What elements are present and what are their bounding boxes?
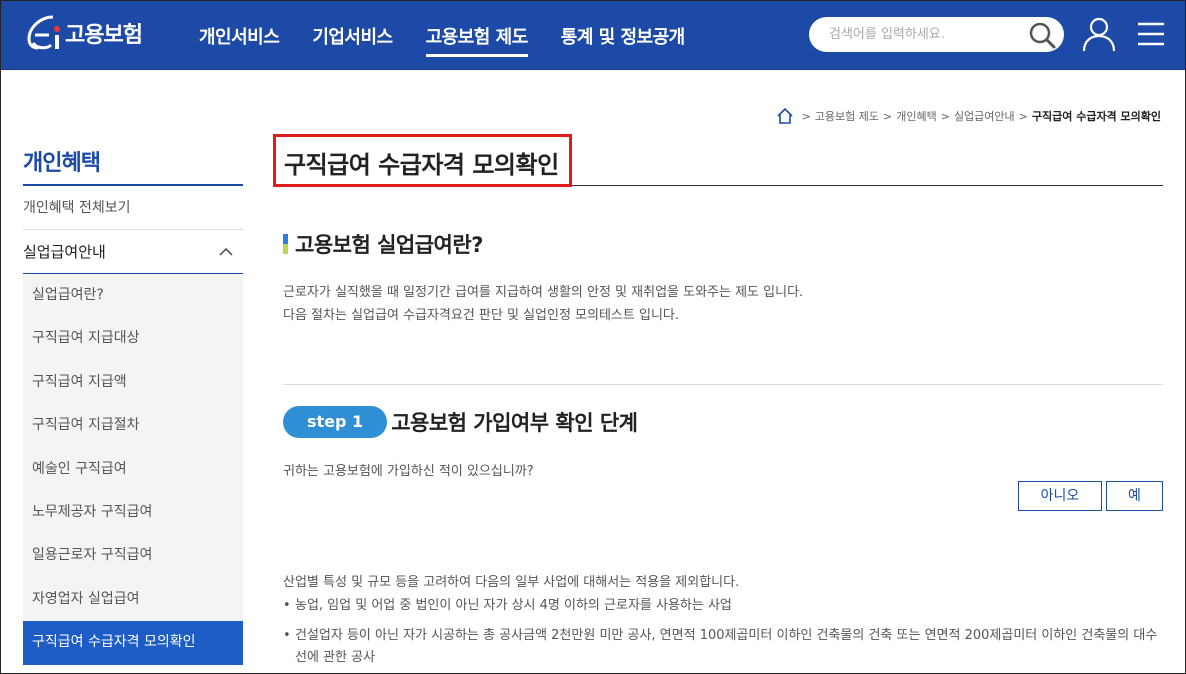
page-frame: 고용보험 개인서비스 기업서비스 고용보험 제도 통계 및 정보공개 검색어를 … xyxy=(0,0,1186,674)
side-nav-group-unemployment[interactable]: 실업급여안내 xyxy=(23,230,243,274)
hamburger-menu-icon[interactable] xyxy=(1137,21,1165,47)
breadcrumb-item[interactable]: 실업급여안내 xyxy=(954,108,1015,124)
answer-buttons: 아니오 예 xyxy=(1018,481,1163,511)
description-line: 다음 절차는 실업급여 수급자격요건 판단 및 실업인정 모의테스트 입니다. xyxy=(283,308,679,323)
breadcrumb-current: 구직급여 수급자격 모의확인 xyxy=(1031,110,1161,123)
side-nav-item-artist[interactable]: 예술인 구직급여 xyxy=(23,448,243,491)
breadcrumb-separator: > xyxy=(801,109,811,123)
yes-button[interactable]: 예 xyxy=(1106,481,1163,511)
section-heading: 고용보험 실업급여란? xyxy=(283,229,1163,259)
side-nav-item-daily-worker[interactable]: 일용근로자 구직급여 xyxy=(23,534,243,577)
page-title: 구직급여 수급자격 모의확인 xyxy=(273,134,572,187)
side-nav-item-labor-provider[interactable]: 노무제공자 구직급여 xyxy=(23,491,243,534)
breadcrumb-separator: > xyxy=(940,109,950,123)
description-line: 근로자가 실직했을 때 일정기간 급여를 지급하여 생활의 안정 및 재취업을 … xyxy=(283,285,804,300)
step-badge: step 1 xyxy=(283,406,388,438)
no-button[interactable]: 아니오 xyxy=(1018,481,1102,511)
heading-accent-bar xyxy=(283,234,288,254)
side-nav-title: 개인혜택 xyxy=(23,141,243,186)
breadcrumb: > 고용보험 제도 > 개인혜택 > 실업급여안내 > 구직급여 수급자격 모의… xyxy=(776,107,1161,125)
breadcrumb-item[interactable]: 개인혜택 xyxy=(896,108,936,124)
main-content: 구직급여 수급자격 모의확인 고용보험 실업급여란? 근로자가 실직했을 때 일… xyxy=(273,134,1163,665)
side-nav-sub-list: 실업급여란? 구직급여 지급대상 구직급여 지급액 구직급여 지급절차 예술인 … xyxy=(23,274,243,665)
nav-business-services[interactable]: 기업서비스 xyxy=(312,23,393,57)
section-divider xyxy=(283,384,1163,385)
side-nav: 개인혜택 개인혜택 전체보기 실업급여안내 실업급여란? 구직급여 지급대상 구… xyxy=(23,141,243,665)
side-nav-item-amount[interactable]: 구직급여 지급액 xyxy=(23,361,243,404)
notes-intro: 산업별 특성 및 규모 등을 고려하여 다음의 일부 사업에 대해서는 적용을 … xyxy=(283,575,740,590)
nav-statistics[interactable]: 통계 및 정보공개 xyxy=(561,23,685,57)
home-icon[interactable] xyxy=(776,107,794,125)
section-description: 근로자가 실직했을 때 일정기간 급여를 지급하여 생활의 안정 및 재취업을 … xyxy=(283,281,1163,327)
notes-item: 농업, 임업 및 어업 중 법인이 아닌 자가 상시 4명 이하의 근로자를 사… xyxy=(283,595,1163,617)
side-nav-item-eligibility[interactable]: 구직급여 지급대상 xyxy=(23,317,243,360)
side-nav-item-mock-check[interactable]: 구직급여 수급자격 모의확인 xyxy=(23,621,243,665)
site-logo[interactable]: 고용보험 xyxy=(23,13,143,53)
user-icon[interactable] xyxy=(1082,16,1116,52)
side-nav-all-link[interactable]: 개인혜택 전체보기 xyxy=(23,186,243,230)
main-nav: 개인서비스 기업서비스 고용보험 제도 통계 및 정보공개 xyxy=(199,23,718,57)
side-nav-item-what-is-benefit[interactable]: 실업급여란? xyxy=(23,274,243,317)
side-nav-group-label: 실업급여안내 xyxy=(23,243,106,261)
search-box xyxy=(809,17,1064,52)
breadcrumb-item[interactable]: 고용보험 제도 xyxy=(815,108,879,124)
site-header: 고용보험 개인서비스 기업서비스 고용보험 제도 통계 및 정보공개 xyxy=(1,1,1185,70)
step-question: 귀하는 고용보험에 가입하신 적이 있으십니까? xyxy=(283,464,534,479)
intro-section: 고용보험 실업급여란? 근로자가 실직했을 때 일정기간 급여를 지급하여 생활… xyxy=(283,229,1163,327)
section-title: 고용보험 실업급여란? xyxy=(295,233,483,257)
notes-item: 건설업자 등이 아닌 자가 시공하는 총 공사금액 2천만원 미만 공사, 연면… xyxy=(283,625,1163,669)
step-title: 고용보험 가입여부 확인 단계 xyxy=(391,411,638,435)
logo-text: 고용보험 xyxy=(65,23,143,48)
ei-logo-icon xyxy=(27,15,60,50)
exclusion-notes: 산업별 특성 및 규모 등을 고려하여 다음의 일부 사업에 대해서는 적용을 … xyxy=(283,573,1163,669)
nav-personal-services[interactable]: 개인서비스 xyxy=(199,23,280,57)
chevron-up-icon xyxy=(219,247,233,256)
step-heading: step 1 고용보험 가입여부 확인 단계 xyxy=(283,406,638,438)
side-nav-item-self-employed[interactable]: 자영업자 실업급여 xyxy=(23,578,243,621)
page-title-row: 구직급여 수급자격 모의확인 xyxy=(273,134,1163,187)
breadcrumb-separator: > xyxy=(883,109,893,123)
search-input[interactable] xyxy=(829,27,1019,42)
nav-insurance-system[interactable]: 고용보험 제도 xyxy=(425,23,528,57)
breadcrumb-separator: > xyxy=(1018,109,1028,123)
side-nav-item-procedure[interactable]: 구직급여 지급절차 xyxy=(23,404,243,447)
notes-list: 농업, 임업 및 어업 중 법인이 아닌 자가 상시 4명 이하의 근로자를 사… xyxy=(283,595,1163,669)
search-icon[interactable] xyxy=(1028,21,1056,49)
